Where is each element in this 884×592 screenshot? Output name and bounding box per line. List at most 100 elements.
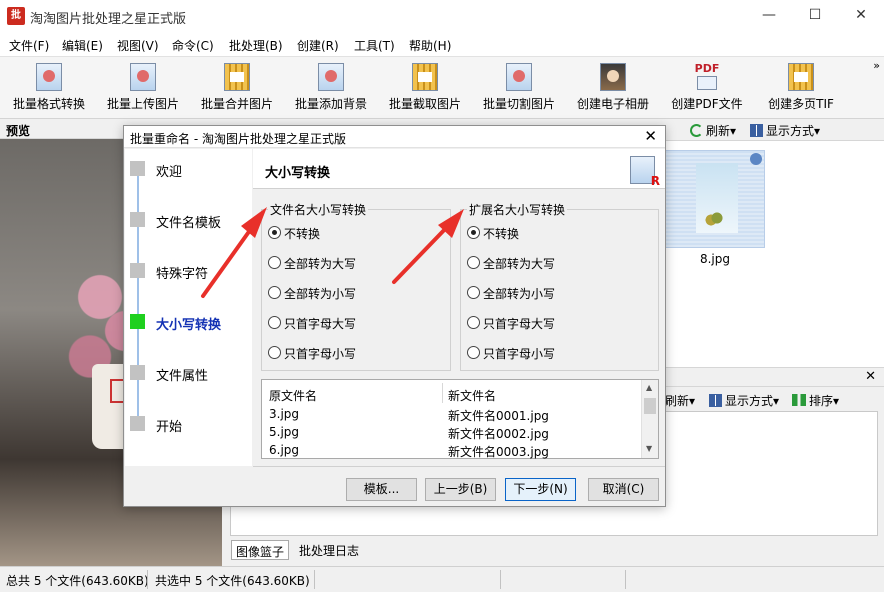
preview-title: 预览 [6,124,31,138]
batch-format-convert-button[interactable]: 批量格式转换 [8,61,90,117]
step-marker-icon [130,365,145,380]
filename-case-group-title: 文件名大小写转换 [268,201,369,218]
radio-checked-icon [467,226,480,239]
batch-merge-button[interactable]: 批量合并图片 [196,61,278,117]
extension-case-group: 扩展名大小写转换 不转换 全部转为大写 全部转为小写 只首字母大写 只首字母小写 [460,201,659,371]
view-mode-button[interactable]: 显示方式▾ [750,122,820,139]
lower-panel-close-icon[interactable]: ✕ [865,369,876,384]
status-total: 总共 5 个文件(643.60KB) [6,574,149,588]
menu-batch[interactable]: 批处理(B) [229,37,283,54]
sort-icon [792,394,806,406]
menu-file[interactable]: 文件(F) [9,37,49,54]
scroll-up-icon[interactable]: ▲ [646,383,652,392]
batch-cut-button[interactable]: 批量切割图片 [478,61,560,117]
scroll-down-icon[interactable]: ▼ [646,444,652,453]
tab-batch-log[interactable]: 批处理日志 [295,540,363,560]
prev-button[interactable]: 上一步(B) [425,478,496,501]
sort-button[interactable]: 排序▾ [792,392,839,409]
step-marker-active-icon [130,314,145,329]
app-logo-icon: 批 [7,7,25,25]
tab-image-basket[interactable]: 图像篮子 [231,540,290,560]
main-toolbar: 批量格式转换 批量上传图片 批量合并图片 批量添加背景 批量截取图片 批量切割图… [0,56,884,119]
view-mode-icon [709,394,722,407]
list-cell-original: 6.jpg [269,443,300,457]
app-title: 淘淘图片批处理之星正式版 [30,12,187,27]
dialog-title: 批量重命名 - 淘淘图片批处理之星正式版 [130,132,346,146]
list-scrollbar[interactable]: ▲ ▼ [641,380,658,458]
step-marker-icon [130,416,145,431]
radio-icon [268,256,281,269]
list-cell-new: 新文件名0002.jpg [448,427,549,441]
menu-view[interactable]: 视图(V) [117,37,159,54]
step-marker-icon [130,212,145,227]
album-icon [600,63,626,91]
cut-icon [506,63,532,91]
lower-refresh-button[interactable]: 刷新▾ [665,392,695,409]
menu-command[interactable]: 命令(C) [172,37,214,54]
cancel-button[interactable]: 取消(C) [588,478,659,501]
radio-icon [268,346,281,359]
crop-icon [412,63,438,91]
column-original-name[interactable]: 原文件名 [269,387,317,404]
dialog-close-icon[interactable]: ✕ [644,127,657,145]
wizard-steps: 欢迎 文件名模板 特殊字符 大小写转换 文件属性 开始 [125,149,252,466]
radio-icon [467,256,480,269]
menu-edit[interactable]: 编辑(E) [62,37,103,54]
menu-tools[interactable]: 工具(T) [354,37,395,54]
batch-crop-button[interactable]: 批量截取图片 [384,61,466,117]
lower-tabs: 图像篮子 批处理日志 [225,538,884,562]
extension-case-group-title: 扩展名大小写转换 [467,201,568,218]
step-marker-icon [130,161,145,176]
create-album-button[interactable]: 创建电子相册 [572,61,654,117]
lower-view-mode-button[interactable]: 显示方式▾ [709,392,779,409]
radio-icon [268,286,281,299]
radio-checked-icon [268,226,281,239]
format-convert-icon [36,63,62,91]
pdf-icon: PDF [694,63,720,91]
dialog-footer: 模板... 上一步(B) 下一步(N) 取消(C) [253,466,665,506]
merge-icon [224,63,250,91]
rename-preview-list[interactable]: 原文件名 新文件名 3.jpg 新文件名0001.jpg 5.jpg 新文件名0… [261,379,659,459]
radio-icon [467,286,480,299]
dialog-header-title: 大小写转换 [265,166,331,181]
refresh-icon [690,124,703,137]
dialog-title-bar: 批量重命名 - 淘淘图片批处理之星正式版 ✕ [124,126,665,148]
list-cell-original: 5.jpg [269,425,300,439]
rename-dialog: 批量重命名 - 淘淘图片批处理之星正式版 ✕ 欢迎 文件名模板 特殊字符 大小写… [123,125,666,507]
step-marker-icon [130,263,145,278]
scroll-thumb[interactable] [644,398,656,414]
menu-bar: 文件(F) 编辑(E) 视图(V) 命令(C) 批处理(B) 创建(R) 工具(… [0,32,884,56]
menu-help[interactable]: 帮助(H) [409,37,451,54]
list-cell-original: 3.jpg [269,407,300,421]
batch-upload-button[interactable]: 批量上传图片 [102,61,184,117]
maximize-button[interactable]: ☐ [792,0,838,30]
tif-icon [788,63,814,91]
dialog-header: 大小写转换 [253,149,665,189]
create-pdf-button[interactable]: PDF 创建PDF文件 [666,61,748,117]
filename-case-group: 文件名大小写转换 不转换 全部转为大写 全部转为小写 只首字母大写 只首字母小写 [261,201,451,371]
minimize-button[interactable]: — [746,0,792,30]
create-tif-button[interactable]: 创建多页TIF [760,61,842,117]
title-bar: 批 淘淘图片批处理之星正式版 — ☐ ✕ [0,0,884,32]
radio-icon [467,346,480,359]
upload-icon [130,63,156,91]
column-new-name[interactable]: 新文件名 [448,387,496,404]
template-button[interactable]: 模板... [346,478,417,501]
radio-icon [268,316,281,329]
list-cell-new: 新文件名0003.jpg [448,445,549,459]
refresh-button[interactable]: 刷新▾ [690,122,736,139]
status-bar: 总共 5 个文件(643.60KB) 共选中 5 个文件(643.60KB) [0,566,884,592]
thumbnail-label: 8.jpg [699,252,731,266]
next-button[interactable]: 下一步(N) [505,478,576,501]
menu-create[interactable]: 创建(R) [297,37,339,54]
view-mode-icon [750,124,763,137]
radio-icon [467,316,480,329]
background-icon [318,63,344,91]
close-button[interactable]: ✕ [838,0,884,30]
thumbnail-item[interactable] [665,150,765,248]
toolbar-more-icon[interactable]: » [873,59,880,72]
batch-background-button[interactable]: 批量添加背景 [290,61,372,117]
list-cell-new: 新文件名0001.jpg [448,409,549,423]
rename-icon [630,156,660,188]
selected-badge-icon [750,153,762,165]
